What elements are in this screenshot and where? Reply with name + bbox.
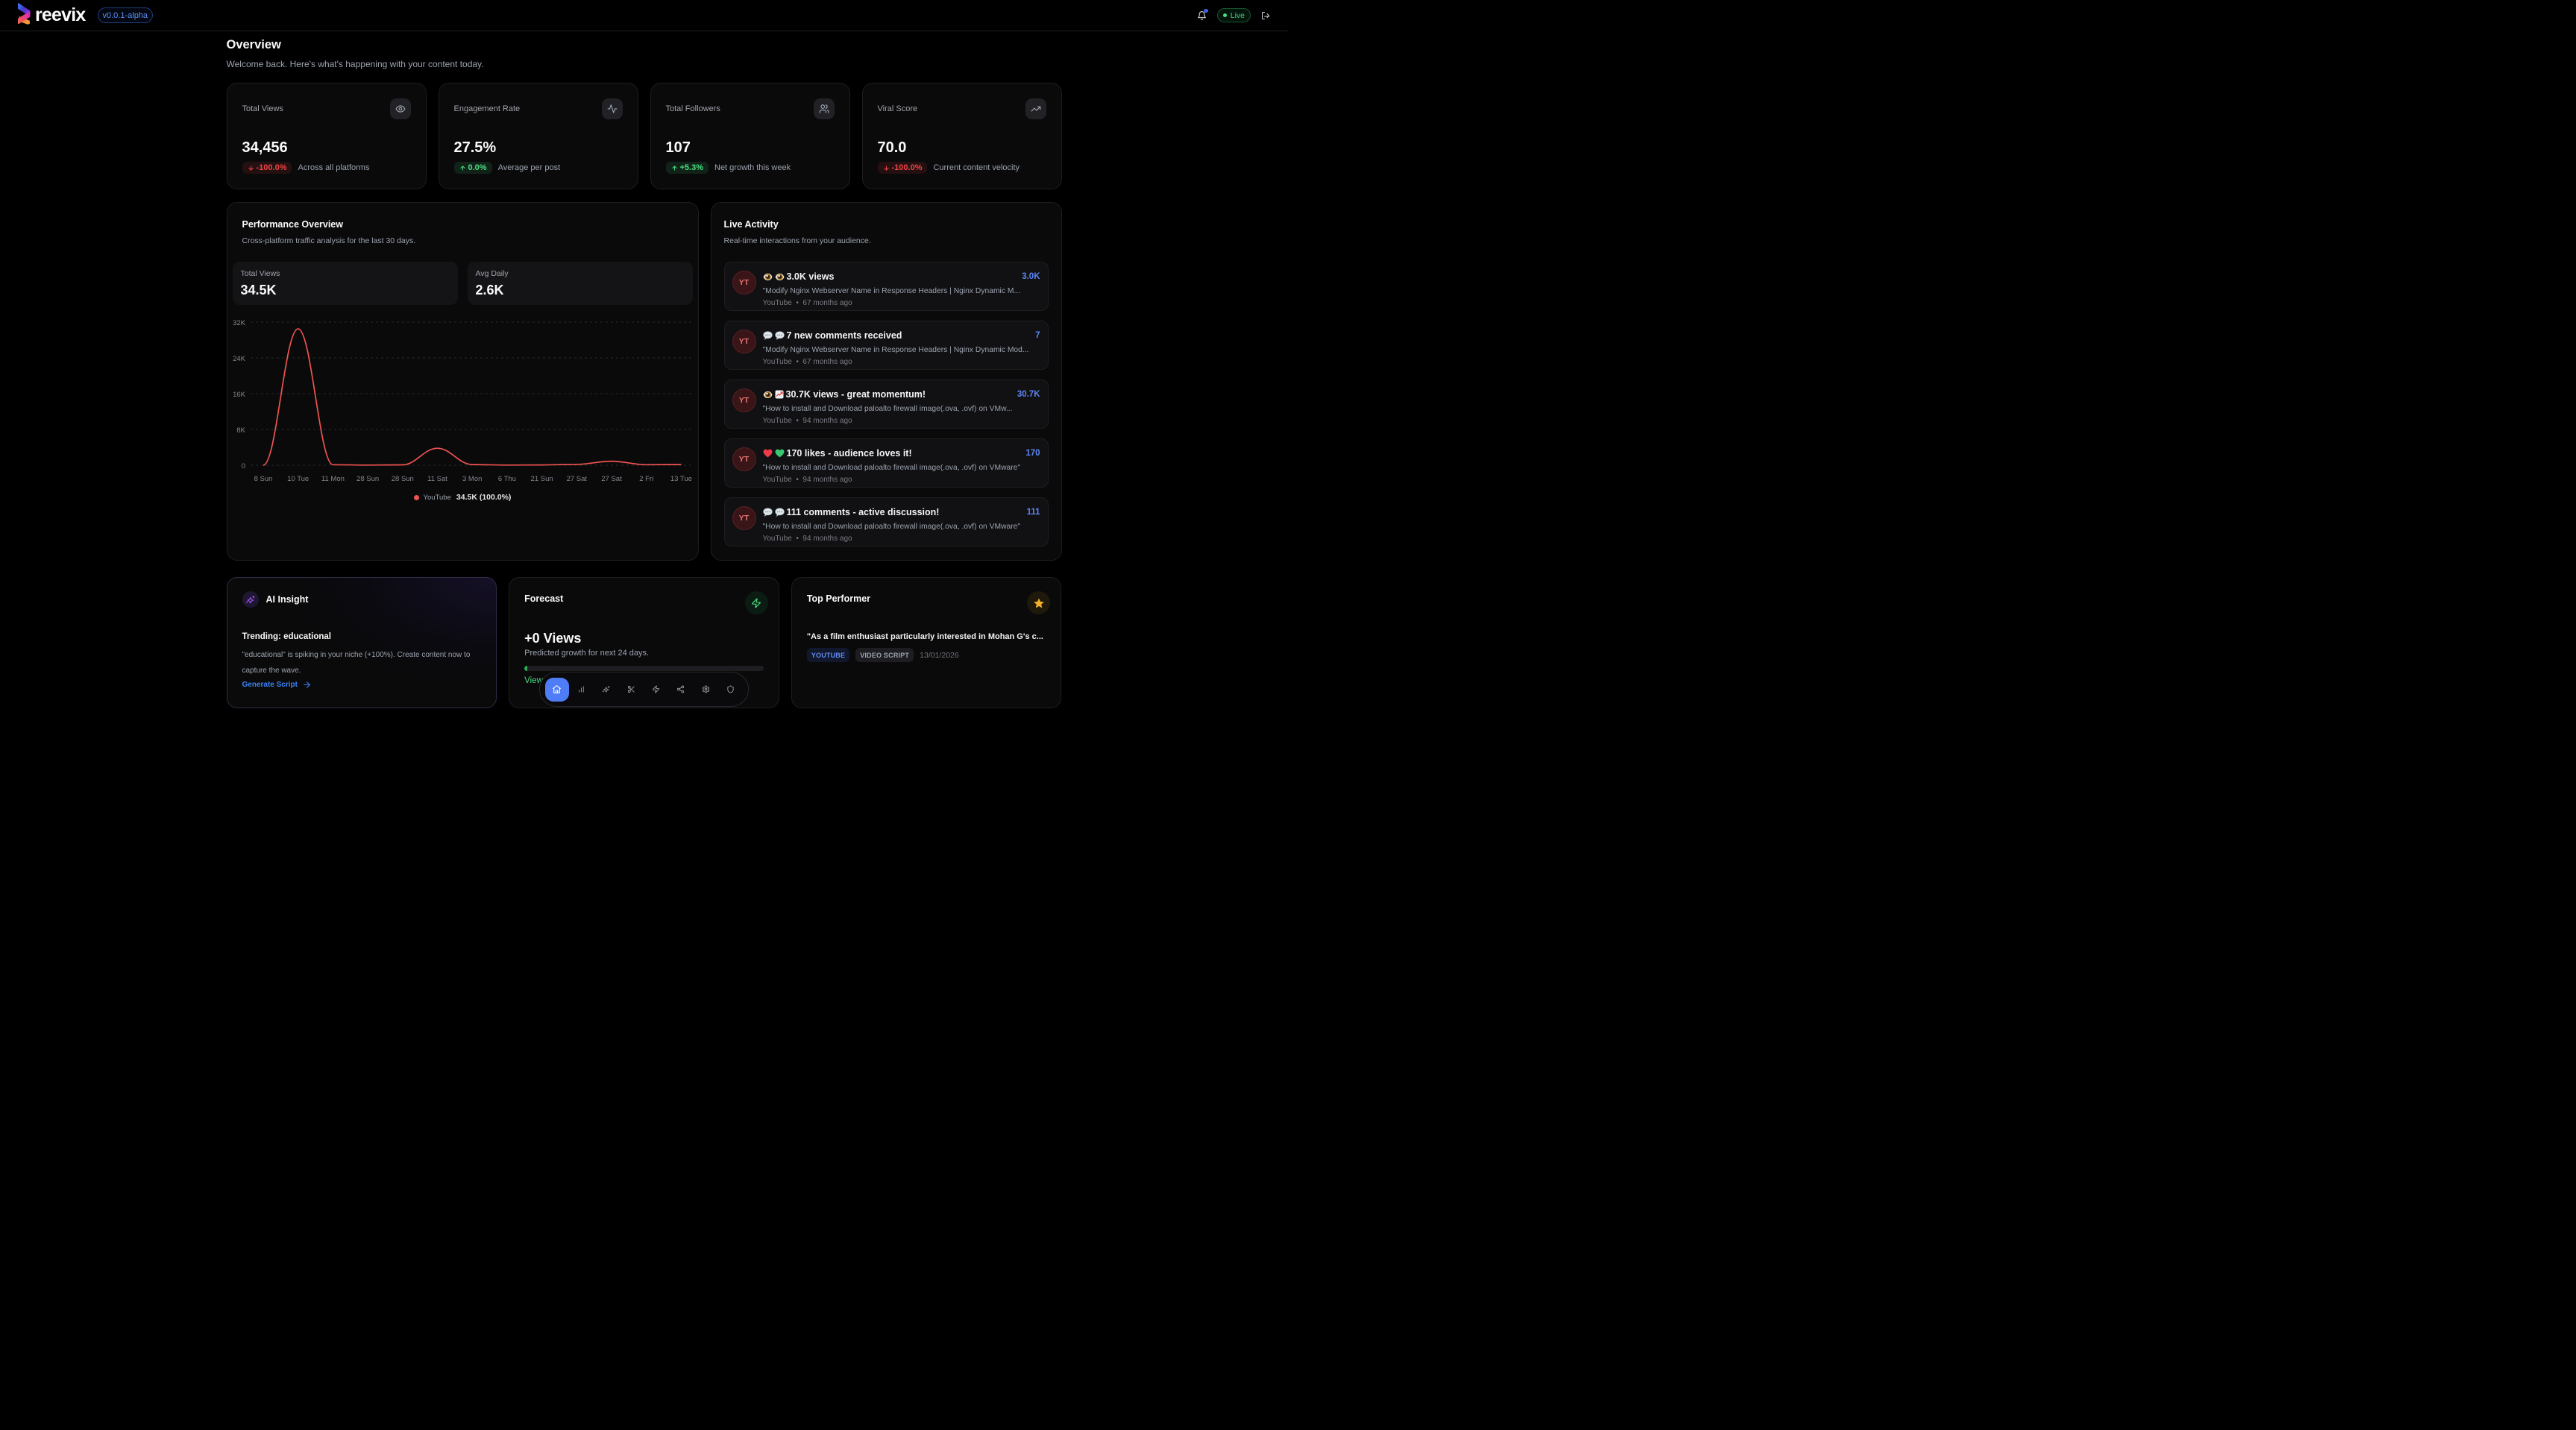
svg-text:28 Sun: 28 Sun [391,475,413,483]
svg-text:10 Tue: 10 Tue [287,475,309,483]
svg-text:0: 0 [241,462,245,470]
svg-text:27 Sat: 27 Sat [566,475,587,483]
svg-text:32K: 32K [233,319,246,327]
svg-text:21 Sun: 21 Sun [530,475,553,483]
svg-text:24K: 24K [233,355,246,363]
svg-text:8K: 8K [236,426,245,435]
svg-text:2 Fri: 2 Fri [639,475,653,483]
svg-text:3 Mon: 3 Mon [462,475,481,483]
svg-text:13 Tue: 13 Tue [670,475,691,483]
svg-text:8 Sun: 8 Sun [254,475,272,483]
svg-text:11 Sat: 11 Sat [427,475,447,483]
svg-text:6 Thu: 6 Thu [497,475,515,483]
svg-text:28 Sun: 28 Sun [356,475,379,483]
svg-text:27 Sat: 27 Sat [601,475,622,483]
svg-text:11 Mon: 11 Mon [321,475,344,483]
svg-text:16K: 16K [233,391,246,399]
